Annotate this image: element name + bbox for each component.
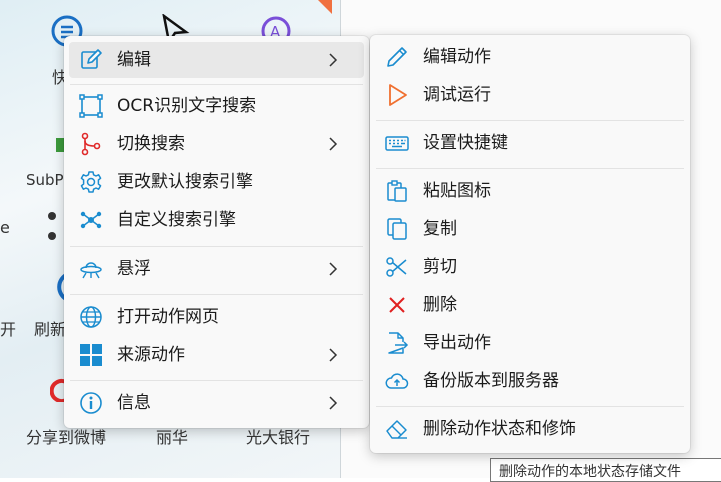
ocr-frame-icon bbox=[79, 94, 103, 118]
submenu-item-label: 剪切 bbox=[423, 257, 457, 277]
menu-separator bbox=[70, 84, 363, 85]
corner-badge bbox=[318, 0, 332, 14]
submenu-item-set-hotkey[interactable]: 设置快捷键 bbox=[375, 125, 685, 161]
submenu-item-label: 设置快捷键 bbox=[423, 133, 508, 153]
background-label-open[interactable]: 开 bbox=[0, 316, 16, 340]
pencil-icon bbox=[385, 45, 409, 69]
export-file-icon bbox=[385, 331, 409, 355]
eraser-icon bbox=[385, 417, 409, 441]
scissors-icon bbox=[385, 255, 409, 279]
menu-item-open-action-page[interactable]: 打开动作网页 bbox=[69, 299, 364, 335]
submenu-separator bbox=[376, 406, 684, 407]
menu-item-label: 悬浮 bbox=[117, 259, 151, 279]
menu-item-label: 来源动作 bbox=[117, 345, 185, 365]
submenu-item-label: 删除动作状态和修饰 bbox=[423, 419, 576, 439]
submenu-item-backup-to-server[interactable]: 备份版本到服务器 bbox=[375, 363, 685, 399]
keyboard-icon bbox=[385, 131, 409, 155]
menu-item-label: 打开动作网页 bbox=[117, 307, 219, 327]
dot-icon bbox=[48, 232, 56, 240]
play-icon bbox=[385, 83, 409, 107]
chevron-right-icon bbox=[329, 53, 338, 67]
chevron-right-icon bbox=[329, 396, 338, 410]
menu-item-custom-engine[interactable]: 自定义搜索引擎 bbox=[69, 202, 364, 238]
background-label-refresh[interactable]: 刷新 bbox=[34, 316, 66, 340]
context-menu: 编辑 OCR识别文字搜索 切换搜索 更改默认搜索引擎 自定义搜索引擎 悬浮 打开… bbox=[64, 36, 369, 428]
chevron-right-icon bbox=[329, 348, 338, 362]
submenu-item-label: 备份版本到服务器 bbox=[423, 371, 559, 391]
menu-item-source-action[interactable]: 来源动作 bbox=[69, 337, 364, 373]
windows-grid-icon bbox=[79, 343, 103, 367]
gear-icon bbox=[79, 170, 103, 194]
submenu-item-export-action[interactable]: 导出动作 bbox=[375, 325, 685, 361]
submenu-separator bbox=[376, 168, 684, 169]
submenu-separator bbox=[376, 120, 684, 121]
submenu-item-label: 粘贴图标 bbox=[423, 181, 491, 201]
submenu-item-clear-state[interactable]: 删除动作状态和修饰 bbox=[375, 411, 685, 447]
submenu-item-edit-action[interactable]: 编辑动作 bbox=[375, 39, 685, 75]
menu-item-label: 自定义搜索引擎 bbox=[117, 210, 236, 230]
menu-item-float[interactable]: 悬浮 bbox=[69, 251, 364, 287]
menu-item-label: OCR识别文字搜索 bbox=[117, 96, 257, 116]
edit-icon bbox=[79, 48, 103, 72]
submenu-item-debug-run[interactable]: 调试运行 bbox=[375, 77, 685, 113]
copy-icon bbox=[385, 217, 409, 241]
submenu-item-label: 编辑动作 bbox=[423, 47, 491, 67]
menu-separator bbox=[70, 246, 363, 247]
background-label-subpr[interactable]: SubPr bbox=[26, 171, 70, 189]
info-icon bbox=[79, 391, 103, 415]
submenu-item-label: 导出动作 bbox=[423, 333, 491, 353]
menu-item-switch-search[interactable]: 切换搜索 bbox=[69, 126, 364, 162]
ufo-icon bbox=[79, 257, 103, 281]
switch-branch-icon bbox=[79, 132, 103, 156]
menu-item-label: 编辑 bbox=[117, 50, 151, 70]
menu-separator bbox=[70, 294, 363, 295]
background-label-e: e bbox=[0, 218, 10, 237]
submenu-item-delete[interactable]: 删除 bbox=[375, 287, 685, 323]
paste-icon bbox=[385, 179, 409, 203]
menu-item-change-default-engine[interactable]: 更改默认搜索引擎 bbox=[69, 164, 364, 200]
submenu-item-paste-icon[interactable]: 粘贴图标 bbox=[375, 173, 685, 209]
chevron-right-icon bbox=[329, 262, 338, 276]
globe-icon bbox=[79, 305, 103, 329]
menu-item-info[interactable]: 信息 bbox=[69, 385, 364, 421]
cloud-upload-icon bbox=[385, 369, 409, 393]
chevron-right-icon bbox=[329, 137, 338, 151]
submenu-item-label: 调试运行 bbox=[423, 85, 491, 105]
submenu-item-label: 删除 bbox=[423, 295, 457, 315]
menu-separator bbox=[70, 380, 363, 381]
menu-item-label: 更改默认搜索引擎 bbox=[117, 172, 253, 192]
menu-item-edit[interactable]: 编辑 bbox=[69, 42, 364, 78]
dot-icon bbox=[48, 212, 56, 220]
edit-submenu: 编辑动作 调试运行 设置快捷键 粘贴图标 复制 剪切 删除 导出动作 备份版本到… bbox=[370, 35, 690, 453]
submenu-item-copy[interactable]: 复制 bbox=[375, 211, 685, 247]
menu-item-label: 信息 bbox=[117, 393, 151, 413]
menu-item-label: 切换搜索 bbox=[117, 134, 185, 154]
submenu-item-label: 复制 bbox=[423, 219, 457, 239]
submenu-item-cut[interactable]: 剪切 bbox=[375, 249, 685, 285]
menu-item-ocr-search[interactable]: OCR识别文字搜索 bbox=[69, 88, 364, 124]
network-nodes-icon bbox=[79, 208, 103, 232]
delete-x-icon bbox=[385, 293, 409, 317]
tooltip: 删除动作的本地状态存储文件 bbox=[490, 458, 721, 482]
